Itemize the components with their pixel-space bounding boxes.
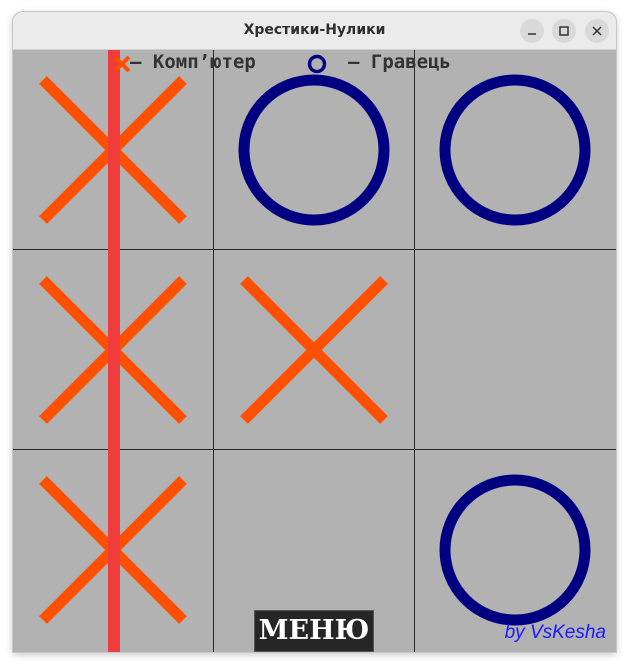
board-cell-r2-c2 — [214, 250, 414, 450]
maximize-icon — [559, 26, 569, 36]
author-credit: by VsKesha — [504, 622, 606, 643]
game-window: Хрестики-Нулики – Комп’ютер – Гравець МЕ… — [13, 12, 616, 652]
board-cell-r1-c2 — [214, 50, 414, 250]
close-button[interactable] — [585, 19, 609, 43]
minimize-icon — [528, 33, 536, 35]
board-cell-r2-c3[interactable] — [415, 250, 615, 450]
board-cell-r3-c3 — [415, 450, 615, 650]
cross-mark — [240, 276, 388, 424]
nought-mark — [439, 74, 591, 226]
maximize-button[interactable] — [552, 19, 576, 43]
legend: – Комп’ютер – Гравець — [108, 50, 528, 78]
legend-nought-icon — [307, 54, 327, 74]
close-icon — [592, 26, 602, 36]
board-cell-r1-c3 — [415, 50, 615, 250]
game-board: – Комп’ютер – Гравець МЕНЮ by VsKesha — [13, 50, 616, 652]
minimize-button[interactable] — [520, 19, 544, 43]
legend-cross-icon — [113, 55, 131, 73]
menu-button[interactable]: МЕНЮ — [254, 610, 374, 652]
title-bar: Хрестики-Нулики — [13, 12, 616, 50]
legend-computer-label: – Комп’ютер — [130, 51, 256, 73]
winning-line — [108, 50, 120, 652]
nought-mark — [238, 74, 390, 226]
legend-player-label: – Гравець — [348, 51, 451, 73]
nought-mark — [439, 474, 591, 626]
